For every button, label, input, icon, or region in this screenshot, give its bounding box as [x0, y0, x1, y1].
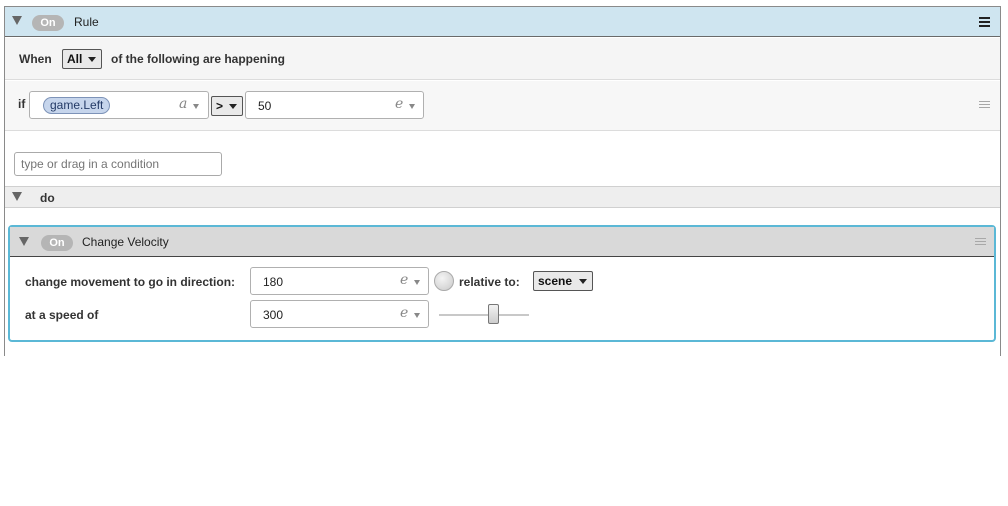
speed-label: at a speed of	[25, 308, 99, 322]
condition-value: 50	[258, 99, 272, 113]
direction-field[interactable]: 180 e	[250, 267, 429, 295]
chevron-down-icon	[229, 104, 237, 109]
rule-on-toggle[interactable]: On	[32, 15, 64, 31]
attribute-field[interactable]: game.Left a	[29, 91, 209, 119]
following-text: of the following are happening	[111, 52, 285, 66]
relative-select[interactable]: scene	[533, 271, 593, 291]
change-velocity-behavior: On Change Velocity change movement to go…	[8, 225, 996, 342]
collapse-triangle-icon[interactable]	[19, 237, 29, 246]
do-row: do	[5, 186, 1000, 208]
if-label: if	[18, 97, 26, 111]
collapse-triangle-icon[interactable]	[12, 192, 22, 201]
expression-dropdown-icon[interactable]	[414, 280, 420, 285]
condition-value-field[interactable]: 50 e	[245, 91, 424, 119]
behavior-header: On Change Velocity	[10, 227, 994, 257]
speed-slider-track[interactable]	[439, 314, 529, 316]
behavior-title: Change Velocity	[82, 235, 169, 249]
speed-slider-thumb[interactable]	[487, 304, 499, 324]
attribute-tag[interactable]: game.Left	[43, 97, 111, 114]
expression-dropdown-icon[interactable]	[409, 104, 415, 109]
rule-title: Rule	[74, 15, 99, 29]
attribute-type-icon: a	[179, 96, 188, 112]
operator-select[interactable]: >	[211, 96, 243, 116]
attribute-dropdown-icon[interactable]	[193, 104, 199, 109]
speed-value: 300	[263, 308, 284, 322]
behavior-menu-icon[interactable]	[975, 238, 986, 247]
chevron-down-icon	[579, 279, 587, 284]
match-mode-select[interactable]: All	[62, 49, 102, 69]
direction-value: 180	[263, 275, 284, 289]
relative-value: scene	[538, 274, 573, 288]
do-label: do	[40, 191, 55, 205]
relative-radio[interactable]	[434, 271, 454, 291]
direction-label: change movement to go in direction:	[25, 275, 236, 289]
operator-value: >	[216, 99, 224, 113]
rule-block: On Rule When All of the following are ha…	[4, 6, 1001, 356]
expression-dropdown-icon[interactable]	[414, 313, 420, 318]
relative-label: relative to:	[459, 275, 520, 289]
condition-drag-handle-icon[interactable]	[979, 101, 990, 110]
condition-row: if game.Left a > 50 e	[5, 81, 1000, 131]
chevron-down-icon	[88, 57, 96, 62]
when-label: When	[19, 52, 52, 66]
match-mode-value: All	[67, 52, 83, 66]
behavior-on-toggle[interactable]: On	[41, 235, 73, 251]
hamburger-menu-icon[interactable]	[979, 17, 990, 29]
add-condition-row	[5, 132, 1000, 186]
condition-input[interactable]	[14, 152, 222, 176]
rule-header: On Rule	[5, 7, 1000, 37]
speed-field[interactable]: 300 e	[250, 300, 429, 328]
collapse-triangle-icon[interactable]	[12, 16, 22, 25]
expression-type-icon: e	[395, 96, 404, 112]
when-row: When All of the following are happening	[5, 38, 1000, 80]
expression-type-icon: e	[400, 305, 409, 321]
expression-type-icon: e	[400, 272, 409, 288]
